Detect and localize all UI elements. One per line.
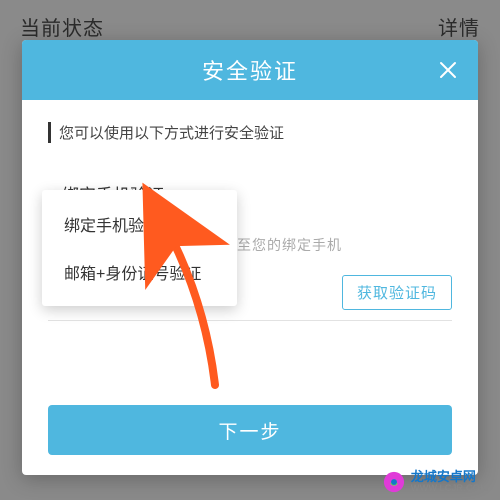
watermark-en: WWW.LCJR.COM [411, 484, 488, 494]
watermark-text: 龙城安卓网 WWW.LCJR.COM [411, 470, 488, 494]
modal-header: 安全验证 [22, 40, 478, 100]
bg-status-label: 当前状态 [20, 12, 104, 41]
modal-body: 您可以使用以下方式进行安全验证 绑定手机验证 绑定手机验证 邮箱+身份证号验证 … [22, 100, 478, 475]
watermark: 龙城安卓网 WWW.LCJR.COM [383, 470, 488, 494]
security-verification-modal: 安全验证 您可以使用以下方式进行安全验证 绑定手机验证 绑定手机验证 邮箱+身份… [22, 40, 478, 475]
get-code-button[interactable]: 获取验证码 [342, 275, 452, 310]
hint-text: 您可以使用以下方式进行安全验证 [48, 122, 452, 143]
bg-detail-label: 详情 [438, 12, 480, 41]
dropdown-option-email-id[interactable]: 邮箱+身份证号验证 [42, 248, 237, 296]
watermark-logo-icon [383, 471, 405, 493]
watermark-cn: 龙城安卓网 [411, 470, 488, 484]
sent-to-phone-text: 至您的绑定手机 [237, 235, 342, 255]
close-icon[interactable] [436, 58, 460, 82]
modal-title: 安全验证 [202, 54, 298, 86]
dropdown-menu: 绑定手机验证 邮箱+身份证号验证 [42, 190, 237, 306]
dropdown-option-phone[interactable]: 绑定手机验证 [42, 200, 237, 248]
next-step-button[interactable]: 下一步 [48, 405, 452, 455]
